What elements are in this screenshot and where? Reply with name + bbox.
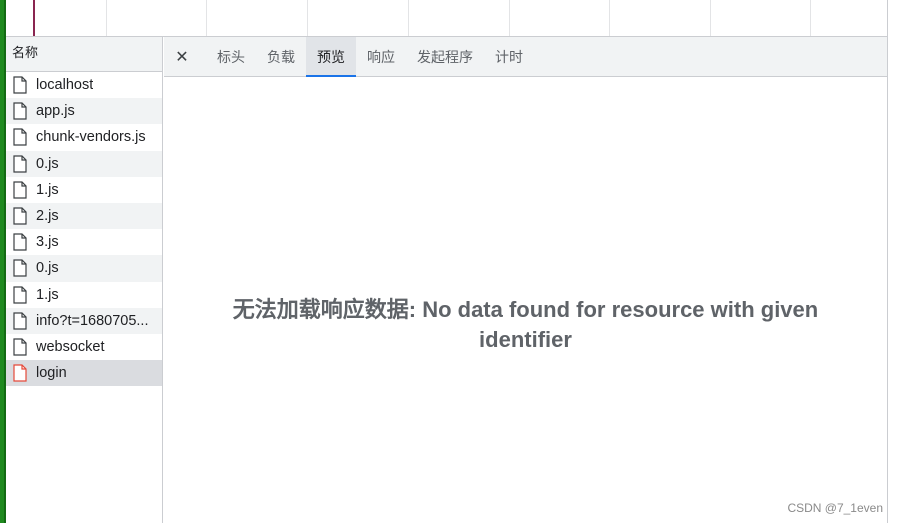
document-icon — [13, 180, 29, 200]
request-items: localhost app.js chunk-vendors.js 0.js 1.js 2… — [6, 72, 162, 387]
name-column-header[interactable]: 名称 — [6, 37, 162, 72]
request-row[interactable]: 0.js — [6, 255, 162, 282]
request-row[interactable]: info?t=1680705... — [6, 307, 162, 334]
details-tab[interactable]: 计时 — [484, 37, 534, 76]
timeline-gridline — [509, 0, 510, 36]
request-list: 名称 localhost app.js chunk-vendors.js 0.js 1.… — [6, 37, 163, 523]
request-row[interactable]: localhost — [6, 72, 162, 98]
request-row[interactable]: 1.js — [6, 282, 162, 308]
request-name: 3.js — [36, 234, 59, 251]
document-icon — [13, 154, 29, 174]
request-name: login — [36, 365, 67, 382]
timeline-overview[interactable] — [6, 0, 887, 37]
timeline-gridline — [106, 0, 107, 36]
document-icon — [13, 258, 29, 278]
request-details-panel: ✕ 标头 负载 预览 响应 发起程序 计时 无法加载响应数据: No data found… — [164, 37, 887, 523]
document-icon — [13, 127, 29, 147]
details-tabs: 标头 负载 预览 响应 发起程序 计时 — [206, 37, 534, 77]
document-icon — [13, 363, 29, 383]
timeline-gridline — [710, 0, 711, 36]
timeline-gridline — [810, 0, 811, 36]
request-name: 1.js — [36, 286, 59, 303]
preview-empty-message: 无法加载响应数据: No data found for resource wit… — [232, 297, 819, 352]
request-name: 2.js — [36, 208, 59, 225]
panel-edge — [887, 0, 897, 523]
details-tab[interactable]: 负载 — [256, 37, 306, 76]
request-name: chunk-vendors.js — [36, 129, 146, 146]
details-tab[interactable]: 响应 — [356, 37, 406, 76]
timeline-gridline — [206, 0, 207, 36]
document-icon — [13, 337, 29, 357]
document-icon — [13, 206, 29, 226]
request-name: 0.js — [36, 155, 59, 172]
close-icon[interactable]: ✕ — [170, 37, 194, 76]
request-row[interactable]: 0.js — [6, 150, 162, 177]
timeline-gridline — [307, 0, 308, 36]
request-name: 1.js — [36, 181, 59, 198]
details-tab[interactable]: 预览 — [306, 37, 356, 77]
watermark: CSDN @7_1even — [787, 501, 883, 515]
document-icon — [13, 101, 29, 121]
request-row[interactable]: login — [6, 360, 162, 387]
document-icon — [13, 232, 29, 252]
document-icon — [13, 285, 29, 305]
request-name: 0.js — [36, 260, 59, 277]
details-tab[interactable]: 发起程序 — [406, 37, 484, 76]
request-row[interactable]: chunk-vendors.js — [6, 124, 162, 150]
timeline-gridline — [408, 0, 409, 36]
document-icon — [13, 75, 29, 95]
request-name: info?t=1680705... — [36, 312, 149, 329]
request-row[interactable]: 3.js — [6, 229, 162, 255]
details-tab[interactable]: 标头 — [206, 37, 256, 76]
request-name: localhost — [36, 77, 94, 94]
details-tabbar: ✕ 标头 负载 预览 响应 发起程序 计时 — [164, 37, 887, 77]
timeline-marker — [33, 0, 35, 36]
request-name: app.js — [36, 103, 75, 120]
timeline-gridline — [609, 0, 610, 36]
document-icon — [13, 311, 29, 331]
request-row[interactable]: websocket — [6, 334, 162, 360]
request-row[interactable]: 1.js — [6, 177, 162, 203]
request-row[interactable]: app.js — [6, 98, 162, 125]
request-name: websocket — [36, 338, 105, 355]
request-row[interactable]: 2.js — [6, 202, 162, 230]
